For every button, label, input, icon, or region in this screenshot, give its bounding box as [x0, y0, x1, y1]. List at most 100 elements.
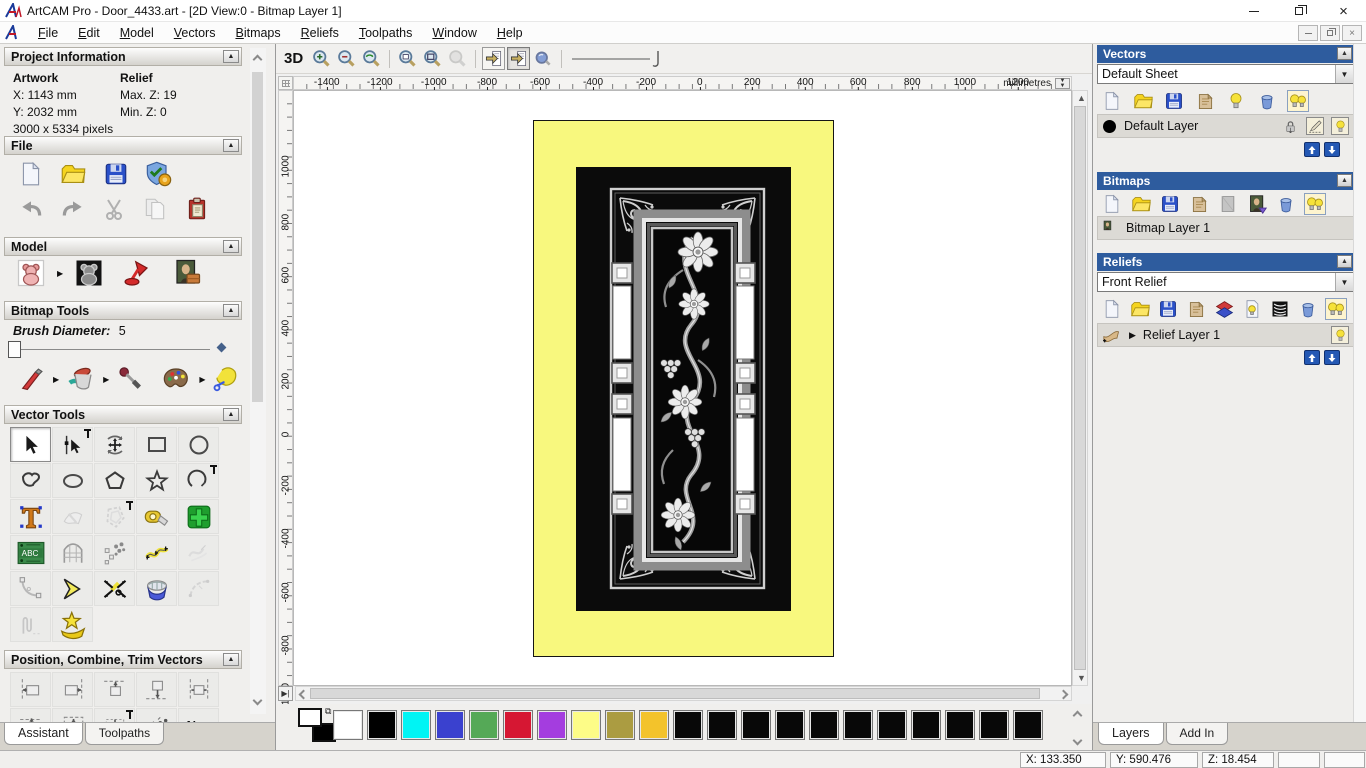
palette-swatch[interactable] — [775, 710, 805, 740]
flyout-arrow-icon[interactable]: ▶ — [199, 375, 205, 384]
show-all-layers-icon[interactable] — [1287, 90, 1309, 112]
palette-swatch[interactable] — [571, 710, 601, 740]
scrollbar-thumb[interactable] — [1074, 106, 1086, 670]
mdi-minimize-button[interactable] — [1298, 25, 1318, 41]
lock-icon[interactable] — [1281, 117, 1299, 135]
pick-colour-icon[interactable] — [116, 364, 144, 394]
zoom-out-icon[interactable] — [335, 47, 358, 70]
create-circle-tool[interactable] — [178, 427, 219, 462]
palette-swatch[interactable] — [809, 710, 839, 740]
palette-swatch[interactable] — [333, 710, 363, 740]
new-model-icon[interactable] — [18, 160, 44, 188]
create-text-tool[interactable] — [10, 499, 51, 534]
select-vectors-tool[interactable] — [10, 427, 51, 462]
bitmap-layer-row[interactable]: Bitmap Layer 1 — [1097, 216, 1354, 240]
merge-layers-icon[interactable] — [1194, 90, 1216, 112]
layer-name[interactable]: Default Layer — [1124, 119, 1198, 133]
layers-scrollbar[interactable] — [1353, 44, 1366, 722]
menu-vectors[interactable]: Vectors — [164, 24, 226, 42]
mdi-restore-button[interactable] — [1320, 25, 1340, 41]
scroll-right-icon[interactable] — [1059, 690, 1069, 700]
paste-along-curve-tool[interactable] — [94, 535, 135, 570]
create-ellipse-tool[interactable] — [52, 463, 93, 498]
merge-layers-icon[interactable] — [1188, 193, 1210, 215]
envelope-distort-tool[interactable] — [52, 535, 93, 570]
scroll-up-icon[interactable] — [1072, 711, 1082, 721]
adjust-model-icon[interactable] — [16, 258, 46, 288]
save-layer-icon[interactable] — [1157, 298, 1179, 320]
cut-icon[interactable] — [102, 196, 126, 222]
merge-layers-icon[interactable] — [1185, 298, 1207, 320]
lighting-icon[interactable] — [122, 258, 152, 288]
zoom-1to1-icon[interactable] — [396, 47, 419, 70]
vector-layer-row[interactable]: Default Layer — [1097, 114, 1354, 138]
move-layer-down-icon[interactable] — [1324, 350, 1340, 365]
zoom-previous-icon[interactable] — [360, 47, 383, 70]
edit-palette-icon[interactable] — [160, 364, 192, 394]
menu-file[interactable]: File — [28, 24, 68, 42]
flyout-arrow-icon[interactable]: ▶ — [57, 269, 63, 278]
tab-assistant[interactable]: Assistant — [4, 723, 83, 745]
ruler-units-icon[interactable]: ▼▼ — [1055, 78, 1070, 89]
fillet-tool[interactable] — [10, 571, 51, 606]
greyscale-preview-icon[interactable] — [1269, 298, 1291, 320]
menu-help[interactable]: Help — [487, 24, 533, 42]
slider-handle[interactable] — [8, 341, 21, 358]
canvas-vertical-scrollbar[interactable]: ▲ ▼ — [1072, 90, 1088, 686]
tab-add-in[interactable]: Add In — [1166, 723, 1229, 745]
palette-scrollbar[interactable] — [1068, 708, 1086, 748]
load-bitmap-icon[interactable] — [172, 258, 202, 288]
menu-model[interactable]: Model — [110, 24, 164, 42]
spin-vectors-tool[interactable] — [136, 571, 177, 606]
palette-swatch[interactable] — [843, 710, 873, 740]
offset-vectors-tool[interactable] — [94, 499, 135, 534]
preview-relief-icon[interactable] — [1241, 298, 1263, 320]
scrollbar-thumb[interactable] — [252, 72, 263, 402]
fit-curves-tool[interactable] — [136, 535, 177, 570]
collapse-icon[interactable]: ▲ — [223, 653, 239, 666]
collapse-icon[interactable]: ▲ — [1337, 255, 1352, 268]
save-model-icon[interactable] — [103, 160, 129, 188]
scroll-down-icon[interactable] — [1072, 736, 1082, 746]
wrap-text-tool[interactable] — [52, 499, 93, 534]
scroll-down-icon[interactable]: ▼ — [1077, 673, 1086, 683]
palette-swatch[interactable] — [1013, 710, 1043, 740]
collapse-icon[interactable]: ▲ — [1337, 174, 1352, 187]
relief-select[interactable]: Front Relief ▼ — [1097, 272, 1354, 292]
palette-swatch[interactable] — [639, 710, 669, 740]
restore-button[interactable] — [1276, 0, 1321, 22]
new-layer-icon[interactable] — [1101, 90, 1123, 112]
palette-swatch[interactable] — [707, 710, 737, 740]
layer-name[interactable]: Bitmap Layer 1 — [1126, 221, 1210, 235]
palette-swatch[interactable] — [435, 710, 465, 740]
zoom-in-icon[interactable] — [310, 47, 333, 70]
scroll-up-icon[interactable] — [253, 55, 263, 65]
redo-icon[interactable] — [60, 196, 86, 222]
flood-fill-icon[interactable] — [66, 364, 96, 394]
layer-name[interactable]: Relief Layer 1 — [1143, 328, 1220, 342]
open-layer-icon[interactable] — [1129, 298, 1151, 320]
ruler-toggle-icon[interactable]: ▶| — [278, 686, 293, 701]
open-file-icon[interactable] — [60, 160, 87, 188]
move-layer-up-icon[interactable] — [1304, 142, 1320, 157]
drawing-area[interactable] — [293, 90, 1072, 686]
slider-track[interactable] — [14, 349, 210, 350]
menu-window[interactable]: Window — [422, 24, 486, 42]
model-properties-icon[interactable] — [145, 160, 173, 188]
align-bottom-tool[interactable] — [136, 672, 177, 707]
flyout-arrow-icon[interactable]: ▶ — [53, 375, 59, 384]
text-panel-tool[interactable]: ABC — [10, 535, 51, 570]
scroll-left-icon[interactable] — [299, 690, 309, 700]
palette-swatch[interactable] — [979, 710, 1009, 740]
palette-swatch[interactable] — [401, 710, 431, 740]
palette-swatch[interactable] — [741, 710, 771, 740]
greyscale-layer-icon[interactable] — [1246, 193, 1268, 215]
delete-layer-icon[interactable] — [1297, 298, 1319, 320]
move-layer-up-icon[interactable] — [1304, 350, 1320, 365]
align-left-tool[interactable] — [10, 672, 51, 707]
toggle-visibility-icon[interactable] — [1225, 90, 1247, 112]
ruler-origin-icon[interactable] — [278, 76, 293, 90]
palette-swatch[interactable] — [945, 710, 975, 740]
scroll-up-icon[interactable]: ▲ — [1077, 93, 1086, 103]
layer-colour-icon[interactable] — [1102, 119, 1117, 134]
